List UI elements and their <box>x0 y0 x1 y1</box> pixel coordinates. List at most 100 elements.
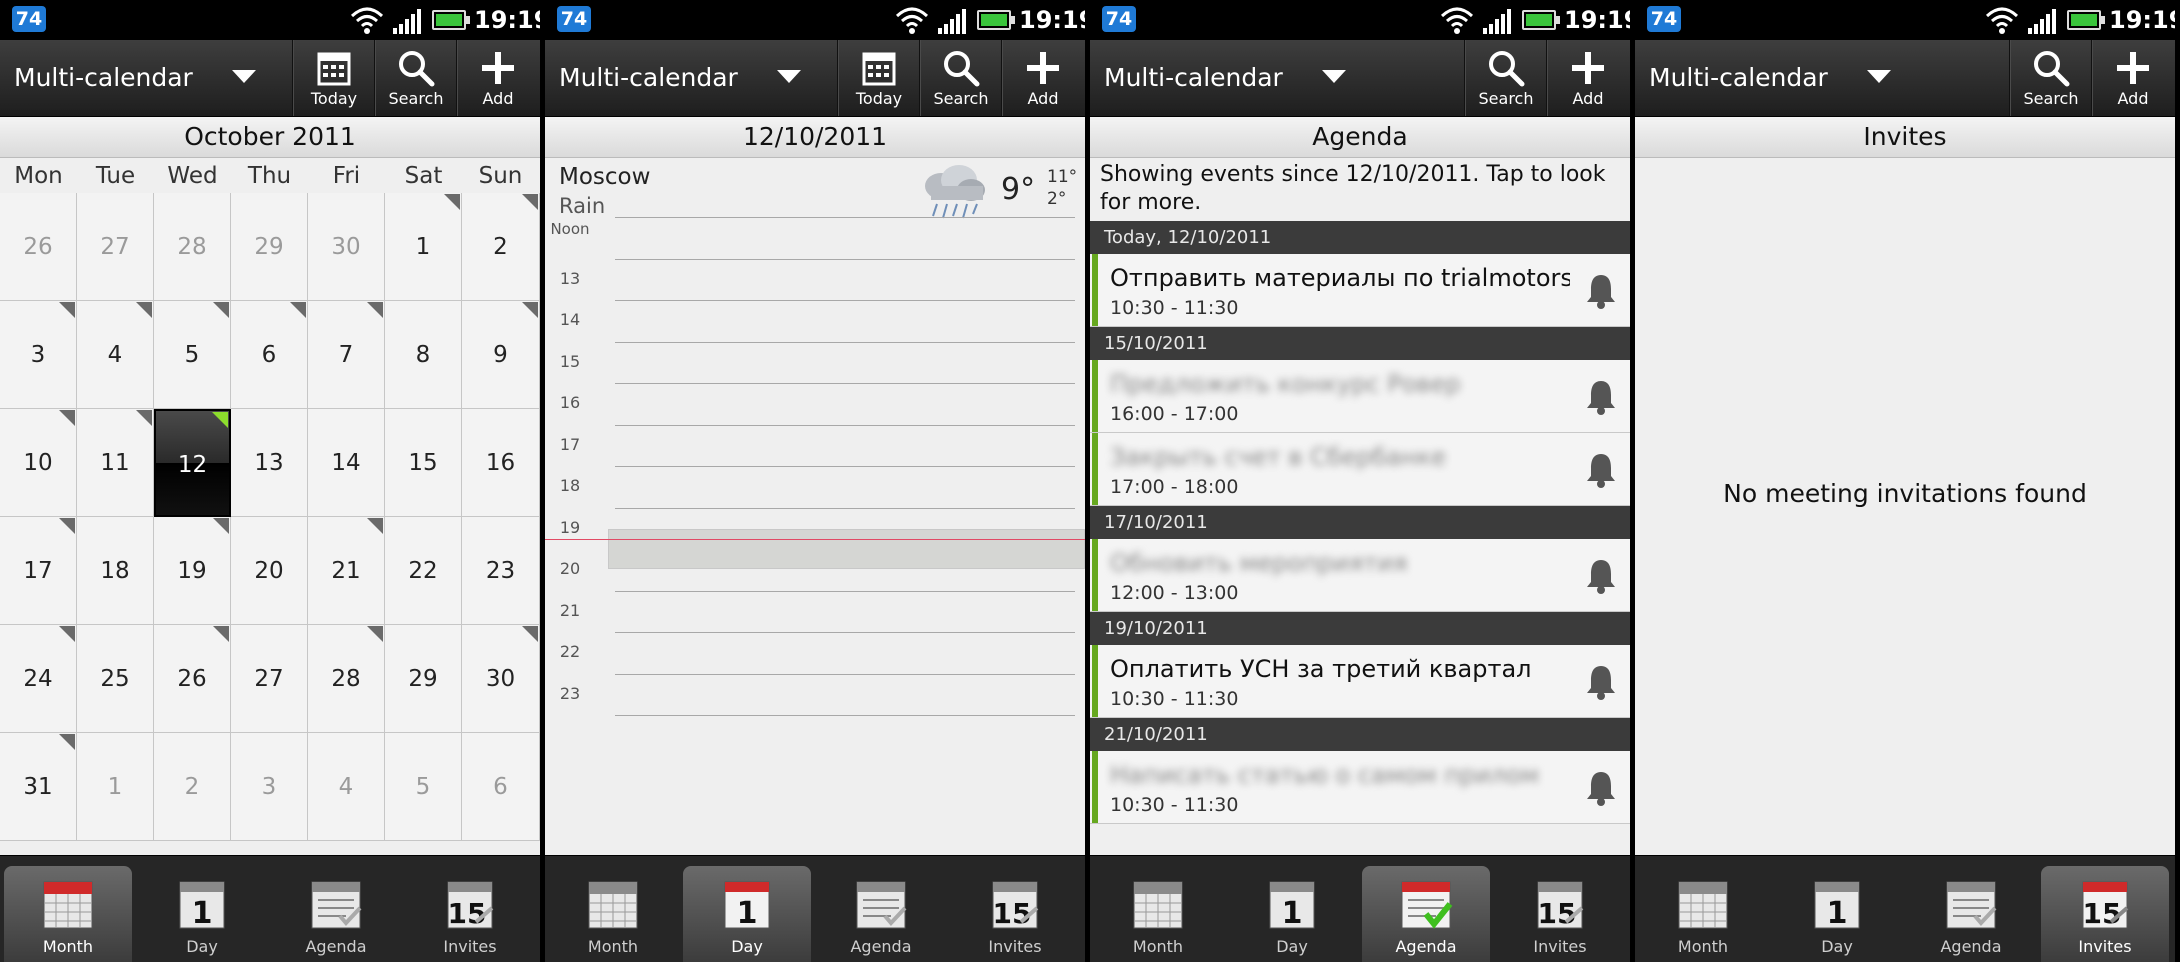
tab-day[interactable]: 1 Day <box>1228 866 1356 962</box>
screenshot-collage: 74 19:19 Multi-calendar Today Search Add <box>0 0 2180 962</box>
calendar-selector[interactable]: Multi-calendar <box>1635 40 1927 116</box>
day-cell[interactable]: 24 <box>0 625 77 733</box>
tab-invites[interactable]: 15 Invites <box>1496 866 1624 962</box>
calendar-selector[interactable]: Multi-calendar <box>0 40 292 116</box>
today-button[interactable]: Today <box>837 40 920 116</box>
day-cell[interactable]: 3 <box>0 301 77 409</box>
day-cell[interactable]: 17 <box>0 517 77 625</box>
tab-month[interactable]: Month <box>549 866 677 962</box>
tab-invites[interactable]: 15 Invites <box>2041 866 2169 962</box>
tab-day[interactable]: 1 Day <box>683 866 811 962</box>
day-cell[interactable]: 25 <box>77 625 154 733</box>
day-cell[interactable]: 30 <box>308 193 385 301</box>
calendar-selector[interactable]: Multi-calendar <box>1090 40 1382 116</box>
month-calendar-icon <box>43 881 93 929</box>
day-cell[interactable]: 23 <box>462 517 540 625</box>
day-cell[interactable]: 7 <box>308 301 385 409</box>
agenda-event-row[interactable]: Обновить мероприятия 12:00 - 13:00 <box>1090 539 1630 612</box>
day-cell[interactable]: 22 <box>385 517 462 625</box>
panel-month: 74 19:19 Multi-calendar Today Search Add <box>0 0 540 962</box>
day-cell[interactable]: 15 <box>385 409 462 517</box>
day-cell[interactable]: 8 <box>385 301 462 409</box>
tab-label: Month <box>1132 937 1184 956</box>
day-cell[interactable]: 4 <box>308 733 385 841</box>
day-cell[interactable]: 31 <box>0 733 77 841</box>
current-hour-slot[interactable] <box>608 529 1085 569</box>
day-cell[interactable]: 5 <box>154 301 231 409</box>
tab-invites[interactable]: 15 Invites <box>406 866 534 962</box>
agenda-date-header: 17/10/2011 <box>1090 506 1630 539</box>
add-button[interactable]: Add <box>2091 40 2174 116</box>
day-cell[interactable]: 6 <box>231 301 308 409</box>
day-cell[interactable]: 26 <box>0 193 77 301</box>
day-cell[interactable]: 2 <box>462 193 540 301</box>
day-cell[interactable]: 4 <box>77 301 154 409</box>
day-cell[interactable]: 1 <box>385 193 462 301</box>
tab-agenda[interactable]: Agenda <box>272 866 400 962</box>
day-cell[interactable]: 30 <box>462 625 540 733</box>
day-cell[interactable]: 21 <box>308 517 385 625</box>
day-cell[interactable]: 27 <box>77 193 154 301</box>
day-cell[interactable]: 11 <box>77 409 154 517</box>
search-button[interactable]: Search <box>2009 40 2092 116</box>
search-button[interactable]: Search <box>374 40 457 116</box>
day-cell[interactable]: 13 <box>231 409 308 517</box>
hour-grid[interactable]: Noon 13 14 15 16 17 18 19 20 21 22 23 <box>545 217 1085 849</box>
agenda-event-row[interactable]: Предложить конкурс Ровер 16:00 - 17:00 <box>1090 360 1630 433</box>
search-button[interactable]: Search <box>1464 40 1547 116</box>
search-button[interactable]: Search <box>919 40 1002 116</box>
add-button[interactable]: Add <box>456 40 539 116</box>
bell-icon <box>1584 451 1618 489</box>
calendar-selector[interactable]: Multi-calendar <box>545 40 837 116</box>
agenda-event-row[interactable]: Написать статью о самом прилом 10:30 - 11… <box>1090 751 1630 824</box>
weekday-label: Tue <box>95 163 136 189</box>
tab-invites[interactable]: 15 Invites <box>951 866 1079 962</box>
hour-label: 22 <box>559 642 581 661</box>
tab-agenda[interactable]: Agenda <box>1362 866 1490 962</box>
tab-day[interactable]: 1 Day <box>1773 866 1901 962</box>
today-button[interactable]: Today <box>292 40 375 116</box>
tab-day[interactable]: 1 Day <box>138 866 266 962</box>
tab-agenda[interactable]: Agenda <box>1907 866 2035 962</box>
weather-widget[interactable]: Moscow Rain 9° 11° 2° <box>545 158 1085 226</box>
day-cell[interactable]: 2 <box>154 733 231 841</box>
calendar-today-icon <box>317 52 351 86</box>
day-cell[interactable]: 14 <box>308 409 385 517</box>
tab-month[interactable]: Month <box>1094 866 1222 962</box>
day-cell[interactable]: 28 <box>308 625 385 733</box>
add-button[interactable]: Add <box>1001 40 1084 116</box>
weekday-label: Fri <box>332 163 361 189</box>
agenda-hint[interactable]: Showing events since 12/10/2011. Tap to … <box>1100 161 1620 217</box>
rain-cloud-icon <box>925 165 985 219</box>
day-cell[interactable]: 26 <box>154 625 231 733</box>
tab-month[interactable]: Month <box>1639 866 1767 962</box>
tab-agenda[interactable]: Agenda <box>817 866 945 962</box>
day-cell[interactable]: 10 <box>0 409 77 517</box>
day-cell[interactable]: 28 <box>154 193 231 301</box>
day-cell[interactable]: 16 <box>462 409 540 517</box>
day-cell[interactable]: 9 <box>462 301 540 409</box>
tab-label: Month <box>42 937 94 956</box>
add-button[interactable]: Add <box>1546 40 1629 116</box>
day-cell[interactable]: 5 <box>385 733 462 841</box>
event-title: Написать статью о самом прилом <box>1110 761 1539 789</box>
tab-month[interactable]: Month <box>4 866 132 962</box>
day-cell[interactable]: 1 <box>77 733 154 841</box>
agenda-event-row[interactable]: Оплатить УСН за третий квартал 10:30 - 11… <box>1090 645 1630 718</box>
empty-invites-message: No meeting invitations found <box>1723 479 2087 508</box>
tab-bar: Month 1 Day Agenda 15 Invites <box>1090 856 1630 962</box>
status-bar: 74 19:19 <box>1635 0 2175 40</box>
agenda-event-row[interactable]: Отправить материалы по trialmotors 10:30 … <box>1090 254 1630 327</box>
day-cell[interactable]: 18 <box>77 517 154 625</box>
day-cell[interactable]: 19 <box>154 517 231 625</box>
hour-line <box>615 341 1075 343</box>
svg-text:15: 15 <box>993 897 1032 930</box>
agenda-event-row[interactable]: Закрыть счет в Сбербанке 17:00 - 18:00 <box>1090 433 1630 506</box>
day-cell[interactable]: 6 <box>462 733 540 841</box>
day-cell[interactable]: 29 <box>385 625 462 733</box>
day-cell[interactable]: 27 <box>231 625 308 733</box>
day-cell[interactable]: 12 <box>154 409 231 517</box>
day-cell[interactable]: 29 <box>231 193 308 301</box>
day-cell[interactable]: 20 <box>231 517 308 625</box>
day-cell[interactable]: 3 <box>231 733 308 841</box>
